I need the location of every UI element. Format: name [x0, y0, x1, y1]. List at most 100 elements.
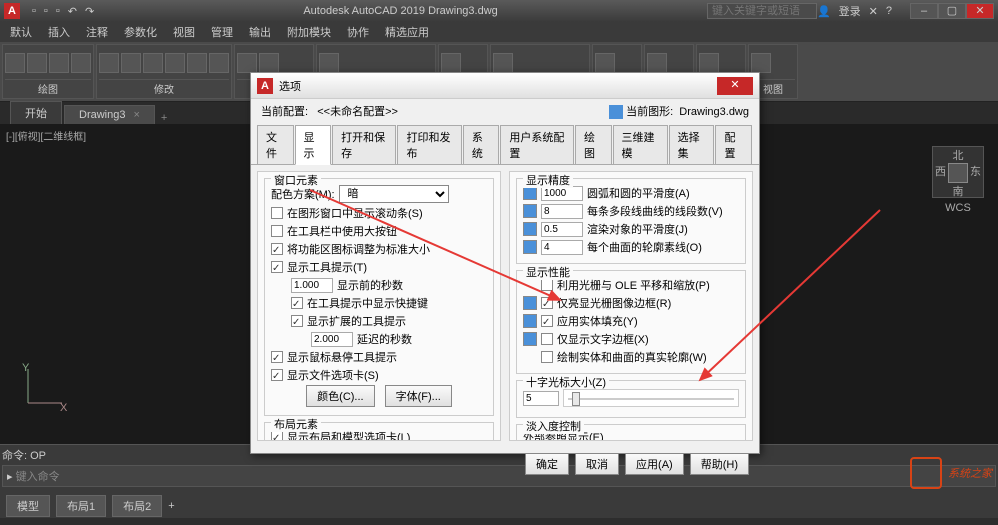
dim-icon[interactable]	[259, 53, 279, 73]
ribbon-tab[interactable]: 精选应用	[379, 24, 435, 40]
tab-file[interactable]: 文件	[257, 125, 294, 164]
login-link[interactable]: 登录	[839, 3, 861, 19]
color-scheme-select[interactable]: 暗	[339, 185, 449, 203]
text-icon[interactable]	[237, 53, 257, 73]
solid-fill-checkbox[interactable]	[541, 315, 553, 327]
trim-icon[interactable]	[143, 53, 163, 73]
viewcube[interactable]: 北 西东 南 WCS	[932, 146, 984, 198]
tab-selection[interactable]: 选择集	[669, 125, 715, 164]
crosshair-size-slider[interactable]	[563, 389, 739, 407]
viewcube-south[interactable]: 南	[933, 183, 983, 199]
copy-icon[interactable]	[165, 53, 185, 73]
layout1-tab[interactable]: 布局1	[56, 495, 106, 517]
ribbon-tab[interactable]: 注释	[80, 24, 114, 40]
tab-plot[interactable]: 打印和发布	[397, 125, 461, 164]
cancel-button[interactable]: 取消	[575, 453, 619, 475]
viewcube-east[interactable]: 东	[970, 163, 981, 183]
viewport-label[interactable]: [-][俯视][二维线框]	[6, 128, 86, 143]
tab-user-pref[interactable]: 用户系统配置	[500, 125, 574, 164]
tooltips-checkbox[interactable]	[271, 261, 283, 273]
group-icon[interactable]	[595, 53, 615, 73]
rollover-checkbox[interactable]	[271, 351, 283, 363]
viewcube-west[interactable]: 西	[935, 163, 946, 183]
true-silhouette-checkbox[interactable]	[541, 351, 553, 363]
insert-icon[interactable]	[441, 53, 461, 73]
resize-icons-checkbox[interactable]	[271, 243, 283, 255]
ok-button[interactable]: 确定	[525, 453, 569, 475]
polyline-icon[interactable]	[27, 53, 47, 73]
user-icon[interactable]: 👤	[817, 5, 831, 18]
tab-display[interactable]: 显示	[295, 125, 332, 165]
save-icon[interactable]: ▫	[56, 5, 60, 18]
start-tab[interactable]: 开始	[10, 101, 62, 124]
file-tabs-checkbox[interactable]	[271, 369, 283, 381]
apply-button[interactable]: 应用(A)	[625, 453, 684, 475]
circle-icon[interactable]	[49, 53, 69, 73]
render-smooth-input[interactable]	[541, 222, 583, 237]
ribbon-tab[interactable]: 默认	[4, 24, 38, 40]
help-search-input[interactable]	[707, 3, 817, 19]
viewcube-wcs[interactable]: WCS	[933, 202, 983, 214]
layout2-tab[interactable]: 布局2	[112, 495, 162, 517]
highlight-frame-checkbox[interactable]	[541, 297, 553, 309]
colors-button[interactable]: 颜色(C)...	[306, 385, 374, 407]
viewcube-top[interactable]	[948, 163, 968, 183]
props-icon[interactable]	[493, 53, 513, 73]
tab-profiles[interactable]: 配置	[715, 125, 752, 164]
add-tab-icon[interactable]: +	[161, 112, 167, 124]
rotate-icon[interactable]	[121, 53, 141, 73]
help-icon[interactable]: ?	[886, 5, 892, 17]
open-icon[interactable]: ▫	[44, 5, 48, 18]
surface-lines-input[interactable]	[541, 240, 583, 255]
ext-tooltips-checkbox[interactable]	[291, 315, 303, 327]
arc-icon[interactable]	[71, 53, 91, 73]
pan-zoom-checkbox[interactable]	[541, 279, 553, 291]
ribbon-tab[interactable]: 视图	[167, 24, 201, 40]
move-icon[interactable]	[99, 53, 119, 73]
minimize-button[interactable]: –	[910, 3, 938, 19]
text-frame-checkbox[interactable]	[541, 333, 553, 345]
polyline-segs-input[interactable]	[541, 204, 583, 219]
ribbon-tab[interactable]: 输出	[243, 24, 277, 40]
view-icon[interactable]	[751, 53, 771, 73]
tooltip-delay-input[interactable]	[291, 278, 333, 293]
tab-open-save[interactable]: 打开和保存	[332, 125, 396, 164]
ribbon-tab[interactable]: 协作	[341, 24, 375, 40]
ext-delay-input[interactable]	[311, 332, 353, 347]
close-button[interactable]: ✕	[966, 3, 994, 19]
undo-icon[interactable]: ↶	[68, 5, 77, 18]
shortcut-keys-checkbox[interactable]	[291, 297, 303, 309]
scale-icon[interactable]	[209, 53, 229, 73]
exchange-icon[interactable]: ✕	[869, 5, 878, 18]
layout-tabs-checkbox[interactable]	[271, 431, 283, 441]
scrollbars-checkbox[interactable]	[271, 207, 283, 219]
tab-drafting[interactable]: 绘图	[575, 125, 612, 164]
tab-system[interactable]: 系统	[463, 125, 500, 164]
maximize-button[interactable]: ▢	[938, 3, 966, 19]
model-tab[interactable]: 模型	[6, 495, 50, 517]
paste-icon[interactable]	[699, 53, 719, 73]
large-buttons-checkbox[interactable]	[271, 225, 283, 237]
add-layout-icon[interactable]: +	[168, 500, 174, 512]
line-icon[interactable]	[5, 53, 25, 73]
close-tab-icon[interactable]: ×	[133, 109, 139, 121]
ribbon-tab[interactable]: 附加模块	[281, 24, 337, 40]
layer-icon[interactable]	[319, 53, 339, 73]
ribbon-tab[interactable]: 管理	[205, 24, 239, 40]
new-icon[interactable]: ▫	[32, 5, 36, 18]
measure-icon[interactable]	[647, 53, 667, 73]
dialog-titlebar[interactable]: A 选项 ✕	[251, 73, 759, 99]
redo-icon[interactable]: ↷	[85, 5, 94, 18]
large-buttons-label: 在工具栏中使用大按钮	[287, 223, 397, 239]
dialog-close-button[interactable]: ✕	[717, 77, 753, 95]
help-button[interactable]: 帮助(H)	[690, 453, 749, 475]
mirror-icon[interactable]	[187, 53, 207, 73]
fonts-button[interactable]: 字体(F)...	[385, 385, 452, 407]
ribbon-tab[interactable]: 插入	[42, 24, 76, 40]
drawing-tab[interactable]: Drawing3×	[64, 105, 155, 124]
tab-3d[interactable]: 三维建模	[613, 125, 668, 164]
ribbon-tab[interactable]: 参数化	[118, 24, 163, 40]
watermark: 系统之家	[910, 457, 992, 489]
viewcube-north[interactable]: 北	[933, 147, 983, 163]
crosshair-size-input[interactable]	[523, 391, 559, 406]
